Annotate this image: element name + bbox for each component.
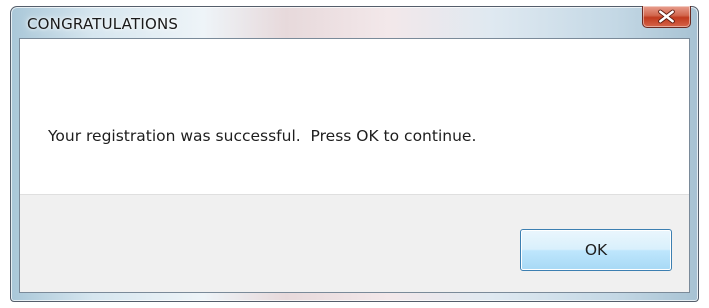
window-title: CONGRATULATIONS — [27, 15, 179, 33]
title-bar[interactable]: CONGRATULATIONS — [11, 6, 698, 37]
button-area: OK — [20, 194, 689, 292]
message-area: Your registration was successful. Press … — [20, 39, 689, 194]
close-icon — [658, 9, 675, 24]
dialog-content: Your registration was successful. Press … — [19, 38, 690, 293]
ok-button[interactable]: OK — [520, 229, 672, 271]
dialog-message: Your registration was successful. Press … — [48, 127, 477, 145]
dialog-window: CONGRATULATIONS Your registration was su… — [10, 6, 699, 302]
close-button[interactable] — [642, 6, 691, 28]
screen: CONGRATULATIONS Your registration was su… — [0, 0, 709, 308]
